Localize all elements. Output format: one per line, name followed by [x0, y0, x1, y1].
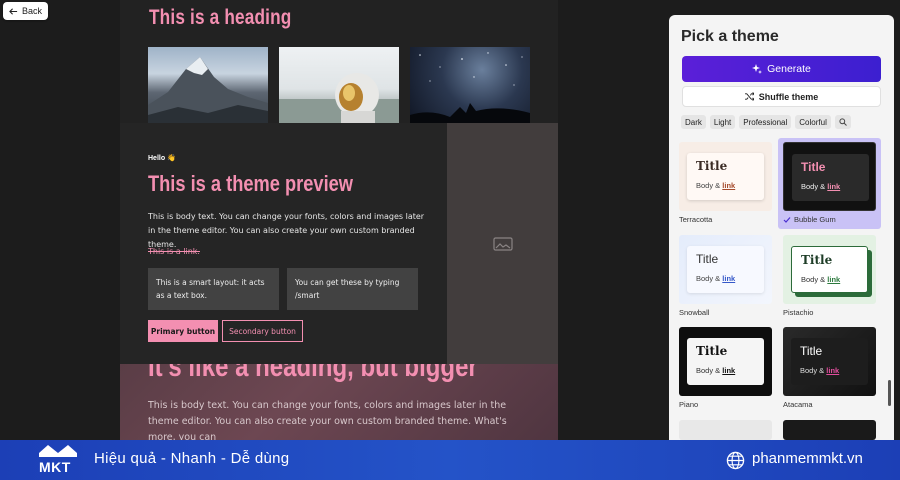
back-button[interactable]: Back	[3, 2, 48, 20]
search-icon	[839, 118, 847, 126]
back-label: Back	[21, 6, 42, 16]
theme-piano[interactable]: Title Body & link Piano	[679, 327, 772, 409]
theme-bubble-gum[interactable]: Title Body & link Bubble Gum	[783, 142, 876, 224]
theme-sample-body: Body & link	[800, 366, 839, 375]
astronaut-image	[279, 47, 399, 123]
promo-banner: MKT Hiệu quả - Nhanh - Dễ dùng phanmemmk…	[0, 440, 900, 480]
theme-sample-card: Title Body & link	[687, 153, 764, 200]
theme-pistachio[interactable]: Title Body & link Pistachio	[783, 235, 876, 317]
theme-sample-body: Body & link	[696, 181, 735, 190]
theme-thumbnail: Title Body & link	[679, 327, 772, 396]
panel-scrollbar[interactable]	[888, 380, 891, 406]
theme-sample-body: Body & link	[801, 182, 840, 191]
search-filter-button[interactable]	[834, 115, 851, 129]
theme-sample-link: link	[827, 275, 841, 284]
arrow-left-icon	[9, 7, 18, 15]
shuffle-theme-button[interactable]: Shuffle theme	[682, 86, 881, 107]
theme-sample-title: Title	[696, 344, 728, 358]
image-icon	[492, 236, 513, 251]
theme-partial[interactable]	[783, 420, 876, 440]
filter-professional[interactable]: Professional	[739, 115, 792, 129]
theme-snowball[interactable]: Title Body & link Snowball	[679, 235, 772, 317]
theme-sample-body: Body & link	[696, 366, 735, 375]
primary-button[interactable]: Primary button	[148, 320, 218, 342]
theme-name: Piano	[679, 400, 699, 409]
mountain-image	[148, 47, 268, 123]
theme-sample-body: Body & link	[696, 274, 735, 283]
checkmark-icon	[783, 216, 791, 223]
website-link[interactable]: phanmemmkt.vn	[752, 450, 863, 467]
theme-thumbnail: Title Body & link	[679, 235, 772, 304]
theme-terracotta[interactable]: Title Body & link Terracotta	[679, 142, 772, 224]
theme-sample-title: Title	[800, 344, 823, 358]
sparkle-icon	[752, 64, 763, 74]
theme-sample-card: Title Body & link	[687, 246, 764, 293]
theme-sample-link: link	[722, 181, 736, 190]
generate-label: Generate	[767, 63, 811, 75]
bigger-heading: It's like a heading, but bigger	[148, 364, 478, 383]
theme-sample-link: link	[722, 274, 736, 283]
preview-heading: This is a heading	[149, 6, 292, 29]
theme-name: Bubble Gum	[794, 215, 836, 224]
secondary-button[interactable]: Secondary button	[222, 320, 303, 342]
theme-sample-card: Title Body & link	[791, 246, 868, 293]
theme-sample-body-text: Body &	[801, 275, 826, 284]
lower-body-text: This is body text. You can change your f…	[148, 400, 507, 440]
theme-sample-title: Title	[801, 160, 826, 174]
theme-name: Terracotta	[679, 215, 713, 224]
lower-preview-section: It's like a heading, but bigger This is …	[120, 364, 558, 440]
theme-sample-link: link	[722, 366, 736, 375]
hello-text: Hello 👋	[148, 155, 176, 162]
body-text: This is body text. You can change your f…	[148, 212, 425, 249]
theme-sample-title: Title	[696, 252, 719, 266]
theme-picker-panel: Pick a theme Generate Shuffle theme Dark…	[669, 15, 894, 440]
smart-layout-box: You can get these by typing /smart	[287, 268, 418, 310]
theme-sample-body-text: Body &	[696, 366, 721, 375]
theme-sample-body-text: Body &	[696, 181, 721, 190]
theme-sample-body-text: Body &	[801, 182, 826, 191]
theme-name-row: Bubble Gum	[783, 215, 876, 224]
theme-sample-card: Title Body & link	[791, 338, 868, 385]
theme-sample-card: Title Body & link	[687, 338, 764, 385]
theme-thumbnail: Title Body & link	[783, 327, 876, 396]
image-placeholder	[447, 123, 558, 364]
theme-atacama[interactable]: Title Body & link Atacama	[783, 327, 876, 409]
theme-thumbnail: Title Body & link	[783, 235, 876, 304]
theme-sample-link: link	[827, 182, 841, 191]
theme-sample-title: Title	[801, 253, 833, 267]
generate-button[interactable]: Generate	[682, 56, 881, 82]
globe-icon	[726, 451, 745, 470]
theme-thumbnail: Title Body & link	[783, 142, 876, 211]
filter-dark[interactable]: Dark	[681, 115, 706, 129]
theme-name: Pistachio	[783, 308, 814, 317]
shuffle-label: Shuffle theme	[758, 91, 819, 102]
theme-name: Atacama	[783, 400, 813, 409]
theme-thumbnail: Title Body & link	[679, 142, 772, 211]
panel-title: Pick a theme	[681, 28, 779, 45]
theme-partial[interactable]	[679, 420, 772, 440]
tagline: Hiệu quả - Nhanh - Dễ dùng	[94, 450, 290, 467]
filter-light[interactable]: Light	[709, 115, 736, 129]
shuffle-icon	[744, 92, 754, 101]
night-sky-image	[410, 47, 530, 123]
filter-colorful[interactable]: Colorful	[795, 115, 831, 129]
theme-sample-card: Title Body & link	[792, 154, 869, 201]
theme-sample-body-text: Body &	[800, 366, 825, 375]
theme-sample-link: link	[826, 366, 840, 375]
theme-name: Snowball	[679, 308, 710, 317]
smart-layout-box: This is a smart layout: it acts as a tex…	[148, 268, 279, 310]
theme-preview-title: This is a theme preview	[148, 171, 353, 196]
theme-sample-title: Title	[696, 159, 728, 173]
theme-sample-body-text: Body &	[696, 274, 721, 283]
theme-sample-body: Body & link	[801, 275, 840, 284]
theme-filters: Dark Light Professional Colorful	[681, 115, 851, 129]
logo-text: MKT	[39, 459, 71, 475]
sample-link[interactable]: This is a link.	[148, 247, 200, 256]
